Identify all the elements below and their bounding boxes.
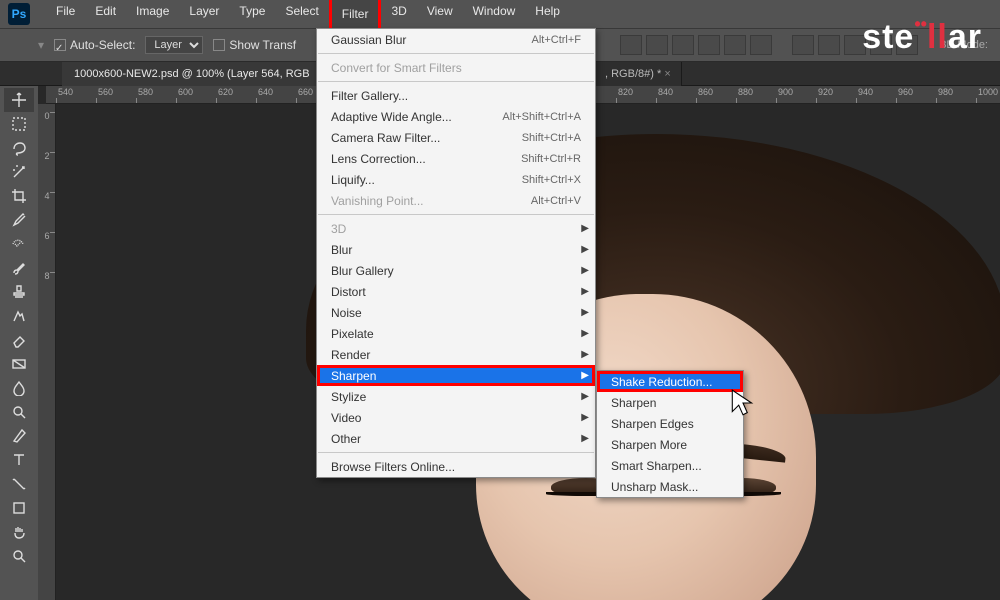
eraser-tool[interactable] <box>4 328 34 352</box>
align-button[interactable] <box>620 35 642 55</box>
menu-view[interactable]: View <box>417 0 463 31</box>
menu-help[interactable]: Help <box>525 0 570 31</box>
align-button[interactable] <box>646 35 668 55</box>
dodge-tool[interactable] <box>4 400 34 424</box>
menu-image[interactable]: Image <box>126 0 179 31</box>
menu-distort[interactable]: Distort▶ <box>317 281 595 302</box>
menu-filter[interactable]: Filter <box>329 0 382 31</box>
menu-noise[interactable]: Noise▶ <box>317 302 595 323</box>
menu-other[interactable]: Other▶ <box>317 428 595 449</box>
submenu-sharpen-edges[interactable]: Sharpen Edges <box>597 413 743 434</box>
heal-tool[interactable] <box>4 232 34 256</box>
menu-adaptive-wide-angle-[interactable]: Adaptive Wide Angle...Alt+Shift+Ctrl+A <box>317 106 595 127</box>
menu-window[interactable]: Window <box>463 0 526 31</box>
ruler-vertical: 02468 <box>38 104 56 600</box>
auto-select-label: Auto-Select: <box>70 38 135 52</box>
submenu-smart-sharpen-[interactable]: Smart Sharpen... <box>597 455 743 476</box>
menu-file[interactable]: File <box>46 0 85 31</box>
pen-tool[interactable] <box>4 424 34 448</box>
menu-layer[interactable]: Layer <box>179 0 229 31</box>
move-tool-icon <box>8 35 28 55</box>
menu-browse-filters[interactable]: Browse Filters Online... <box>317 456 595 477</box>
rect-tool[interactable] <box>4 496 34 520</box>
auto-select-checkbox[interactable]: Auto-Select: <box>54 38 135 52</box>
marquee-tool[interactable] <box>4 112 34 136</box>
menu-lens-correction-[interactable]: Lens Correction...Shift+Ctrl+R <box>317 148 595 169</box>
show-transform-label: Show Transf <box>229 38 296 52</box>
move-tool[interactable] <box>4 88 34 112</box>
menu-pixelate[interactable]: Pixelate▶ <box>317 323 595 344</box>
distribute-button[interactable] <box>792 35 814 55</box>
type-tool[interactable] <box>4 448 34 472</box>
menu-liquify-[interactable]: Liquify...Shift+Ctrl+X <box>317 169 595 190</box>
menu-video[interactable]: Video▶ <box>317 407 595 428</box>
brush-tool[interactable] <box>4 256 34 280</box>
stamp-tool[interactable] <box>4 280 34 304</box>
align-button[interactable] <box>724 35 746 55</box>
menu-sharpen[interactable]: Sharpen▶ <box>317 365 595 386</box>
hand-tool[interactable] <box>4 520 34 544</box>
sharpen-submenu: Shake Reduction...SharpenSharpen EdgesSh… <box>596 370 744 498</box>
document-tab[interactable]: , RGB/8#) * × <box>595 62 682 86</box>
auto-select-target-select[interactable]: Layer <box>145 36 203 54</box>
app-logo: Ps <box>8 3 30 25</box>
menubar: Ps FileEditImageLayerTypeSelectFilter3DV… <box>0 0 1000 28</box>
align-button[interactable] <box>750 35 772 55</box>
show-transform-checkbox[interactable]: Show Transf <box>213 38 296 52</box>
menu--d: 3D▶ <box>317 218 595 239</box>
align-button[interactable] <box>698 35 720 55</box>
menu-render[interactable]: Render▶ <box>317 344 595 365</box>
document-tab[interactable]: 1000x600-NEW2.psd @ 100% (Layer 564, RGB <box>62 62 323 86</box>
gradient-tool[interactable] <box>4 352 34 376</box>
lasso-tool[interactable] <box>4 136 34 160</box>
eyedropper-tool[interactable] <box>4 208 34 232</box>
menu-edit[interactable]: Edit <box>85 0 126 31</box>
close-icon[interactable]: × <box>664 68 670 80</box>
watermark-logo: ste••llar <box>862 18 982 57</box>
menu-convert-smart: Convert for Smart Filters <box>317 57 595 78</box>
toolbox <box>0 86 38 600</box>
submenu-sharpen[interactable]: Sharpen <box>597 392 743 413</box>
submenu-shake-reduction-[interactable]: Shake Reduction... <box>597 371 743 392</box>
menu-type[interactable]: Type <box>229 0 275 31</box>
crop-tool[interactable] <box>4 184 34 208</box>
history-tool[interactable] <box>4 304 34 328</box>
menu-filter-gallery-[interactable]: Filter Gallery... <box>317 85 595 106</box>
menu-stylize[interactable]: Stylize▶ <box>317 386 595 407</box>
menu-last-filter[interactable]: Gaussian BlurAlt+Ctrl+F <box>317 29 595 50</box>
submenu-sharpen-more[interactable]: Sharpen More <box>597 434 743 455</box>
menu-blur[interactable]: Blur▶ <box>317 239 595 260</box>
distribute-button[interactable] <box>818 35 840 55</box>
submenu-unsharp-mask-[interactable]: Unsharp Mask... <box>597 476 743 497</box>
wand-tool[interactable] <box>4 160 34 184</box>
menu-select[interactable]: Select <box>275 0 328 31</box>
zoom-tool[interactable] <box>4 544 34 568</box>
align-button[interactable] <box>672 35 694 55</box>
path-tool[interactable] <box>4 472 34 496</box>
blur-tool[interactable] <box>4 376 34 400</box>
menu-vanishing-point-: Vanishing Point...Alt+Ctrl+V <box>317 190 595 211</box>
menu-3d[interactable]: 3D <box>381 0 416 31</box>
menu-camera-raw-filter-[interactable]: Camera Raw Filter...Shift+Ctrl+A <box>317 127 595 148</box>
filter-menu: Gaussian BlurAlt+Ctrl+F Convert for Smart… <box>316 28 596 478</box>
menu-blur-gallery[interactable]: Blur Gallery▶ <box>317 260 595 281</box>
